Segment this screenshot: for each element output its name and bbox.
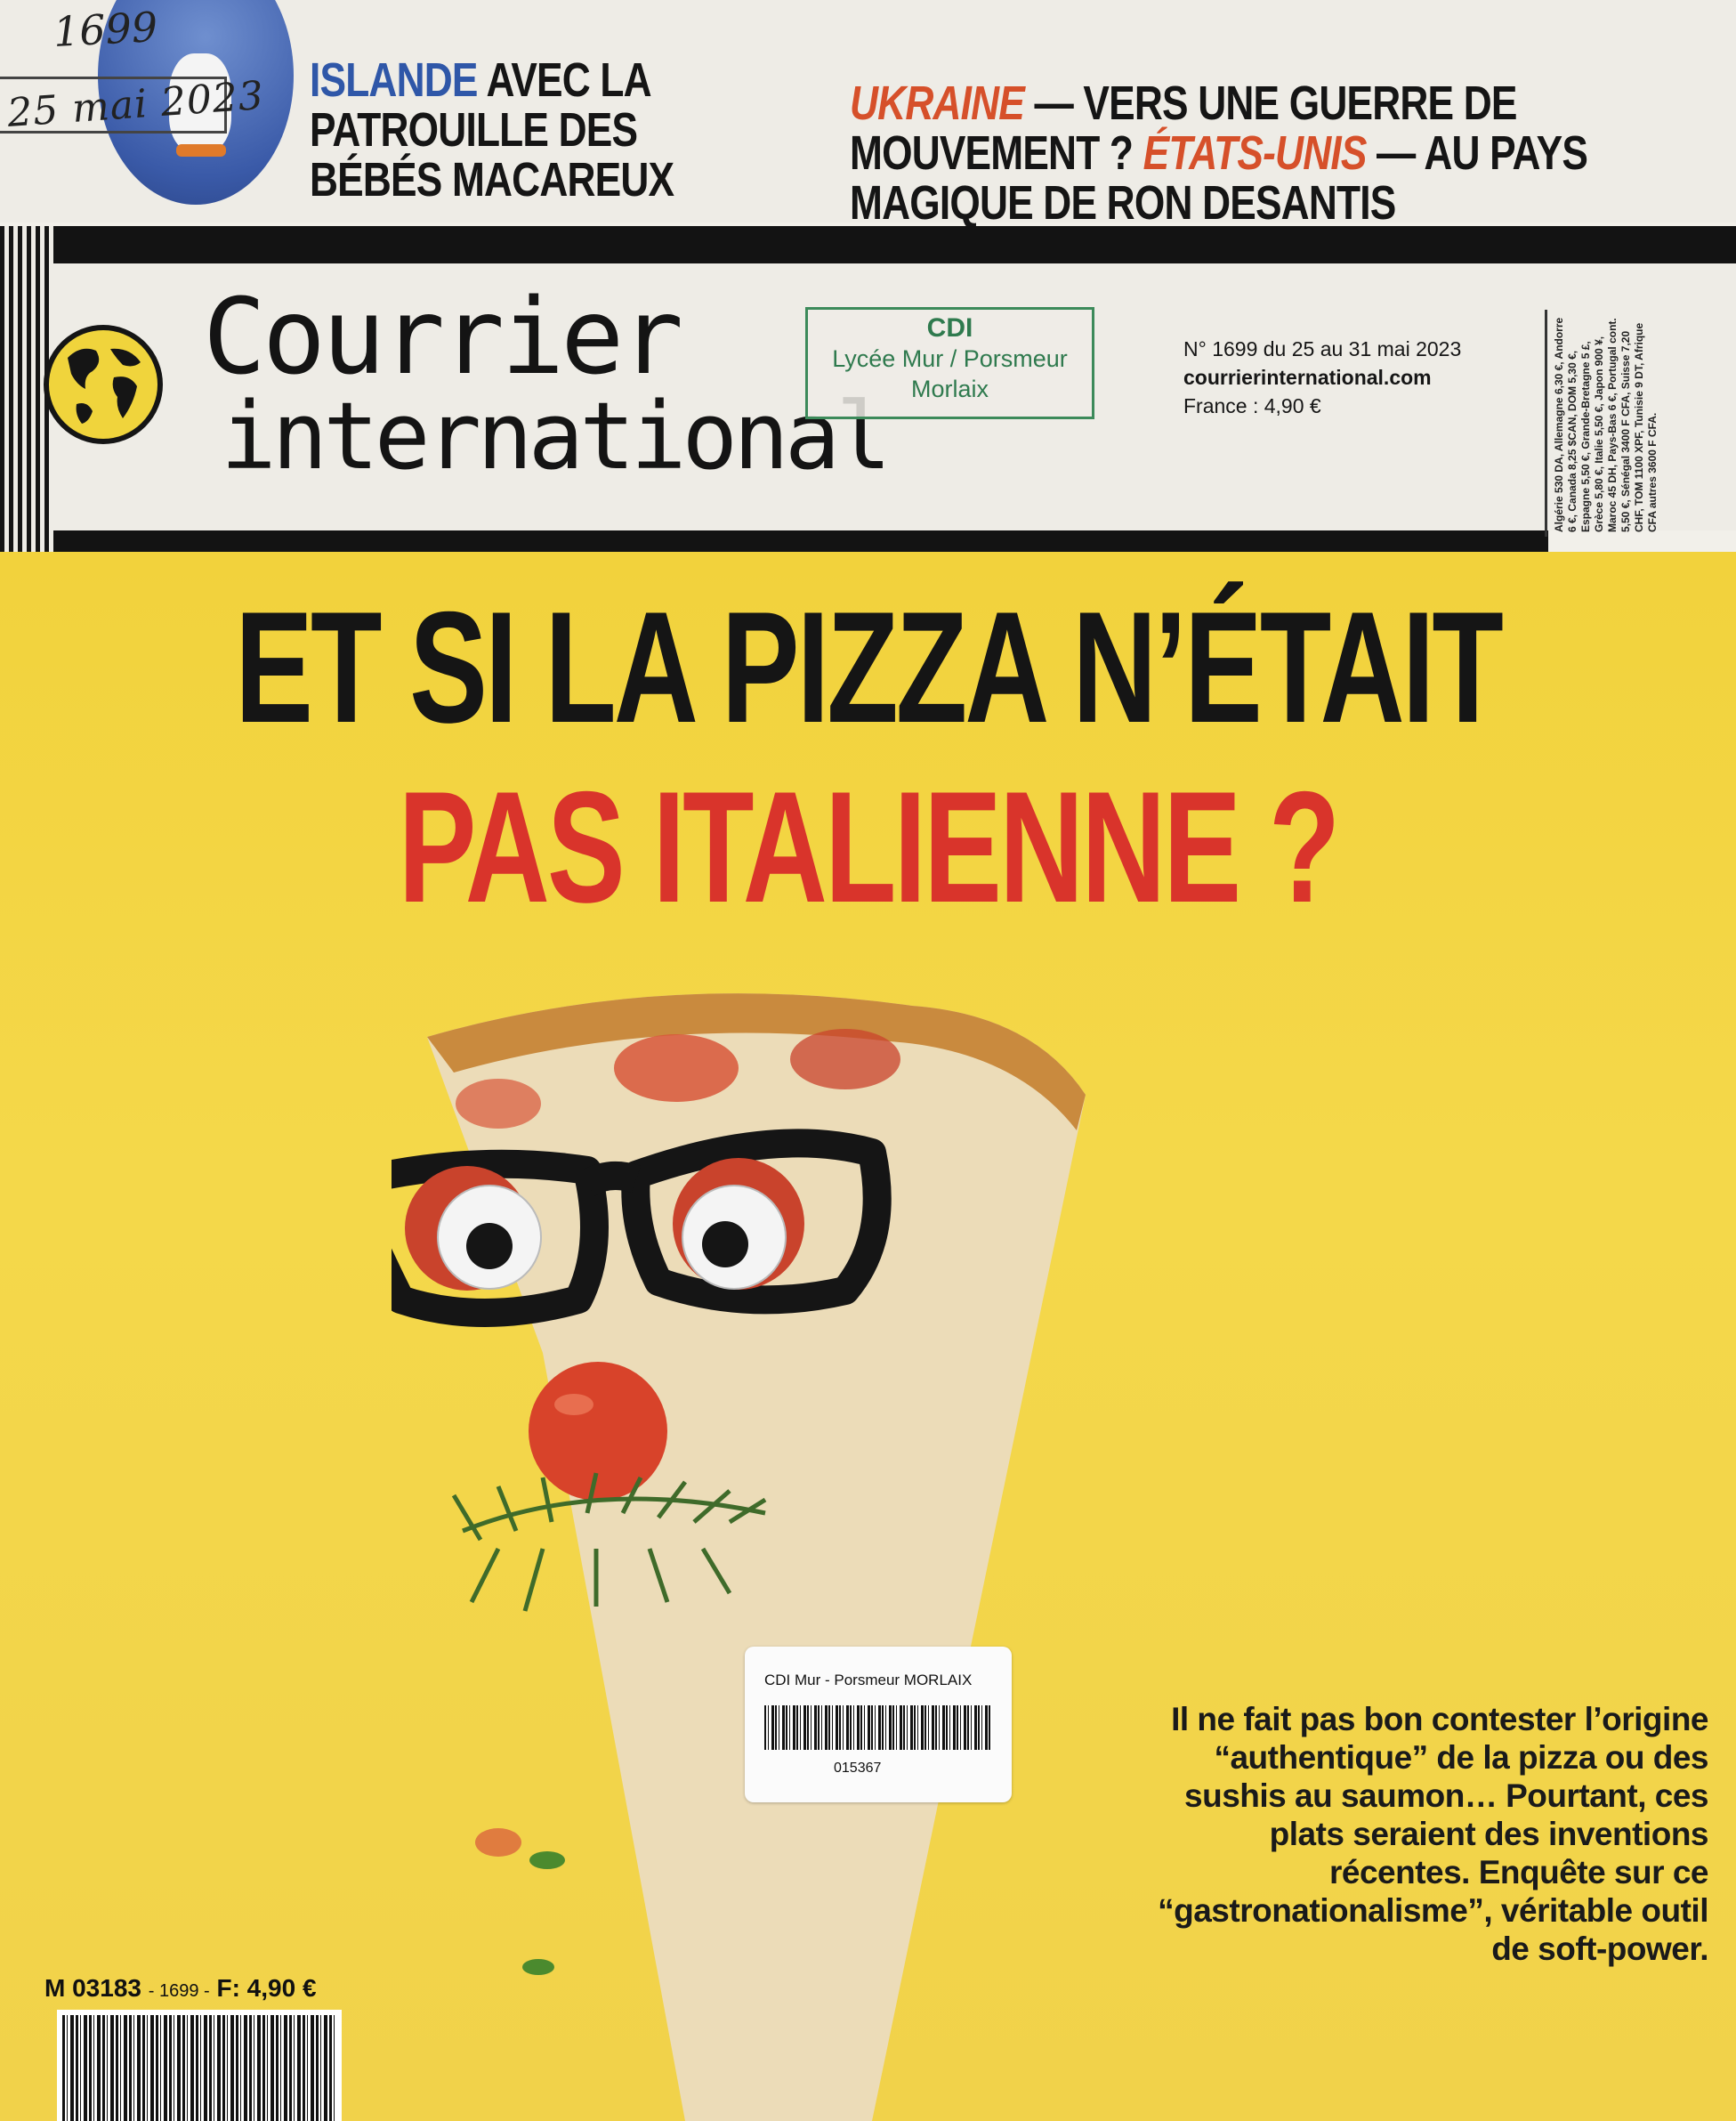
basil-leaf xyxy=(529,1851,565,1869)
pepperoni xyxy=(614,1034,739,1102)
teaser-islande[interactable]: ISLANDE AVEC LA PATROUILLE DES BÉBÉS MAC… xyxy=(310,55,718,205)
library-sticker: CDI Mur - Porsmeur MORLAIX 015367 xyxy=(745,1647,1012,1802)
logo-international[interactable]: international xyxy=(221,387,892,485)
tomato-nose xyxy=(529,1362,667,1501)
issue-info: N° 1699 du 25 au 31 mai 2023 courrierint… xyxy=(1183,335,1461,420)
barcode-icon xyxy=(764,1705,992,1750)
headline-line-2: PAS ITALIENNE ? xyxy=(398,758,1341,935)
website-link[interactable]: courrierinternational.com xyxy=(1183,363,1461,392)
stamp-line-cdi: CDI xyxy=(926,313,973,343)
price-barcode xyxy=(57,2010,342,2121)
cover-subtext: Il ne fait pas bon contester l’origine “… xyxy=(1158,1701,1708,1967)
pepperoni xyxy=(456,1079,541,1129)
issue-number-date: N° 1699 du 25 au 31 mai 2023 xyxy=(1183,337,1462,360)
international-prices: Algérie 530 DA, Allemagne 6,30 €, Andorr… xyxy=(1553,317,1659,532)
teaser-keyword-ukraine: UKRAINE xyxy=(850,77,1025,130)
price-france: France : 4,90 € xyxy=(1183,394,1321,417)
teaser-ukraine-usa[interactable]: UKRAINE — VERS UNE GUERRE DE MOUVEMENT ?… xyxy=(850,78,1718,228)
sticker-number: 015367 xyxy=(834,1761,882,1776)
sticker-title: CDI Mur - Porsmeur MORLAIX xyxy=(764,1672,973,1688)
headline-line-1: ET SI LA PIZZA N’ÉTAIT xyxy=(235,579,1504,756)
barcode-icon xyxy=(62,2015,336,2121)
teaser-keyword-usa: ÉTATS-UNIS xyxy=(1143,126,1368,180)
right-eye xyxy=(673,1158,804,1290)
masthead-rule-bottom xyxy=(53,530,1548,552)
top-teaser-strip: 1699 25 mai 2023 ISLANDE AVEC LA PATROUI… xyxy=(0,0,1736,228)
teaser-keyword: ISLANDE xyxy=(310,53,478,107)
masthead-rule-top xyxy=(0,226,1736,263)
logo-courrier[interactable]: Courrier xyxy=(203,283,683,390)
price-code-label: M 03183 - 1699 - F: 4,90 € xyxy=(44,1974,317,2003)
globe-icon xyxy=(44,325,163,444)
puffin-feet xyxy=(176,144,226,157)
price-value: F: 4,90 € xyxy=(216,1974,317,2002)
stamp-line-town: Morlaix xyxy=(910,376,989,402)
price-issue: - 1699 - xyxy=(148,1981,210,2001)
handwritten-issue-number: 1699 xyxy=(52,2,159,57)
pepperoni xyxy=(475,1828,521,1857)
price-code: M 03183 xyxy=(44,1974,141,2002)
stamp-line-school: Lycée Mur / Porsmeur xyxy=(832,345,1068,372)
basil-leaf xyxy=(522,1959,554,1975)
pepperoni xyxy=(790,1029,900,1089)
international-prices-box: Algérie 530 DA, Allemagne 6,30 €, Andorr… xyxy=(1545,310,1732,537)
cdi-stamp: CDI Lycée Mur / Porsmeur Morlaix xyxy=(805,307,1094,419)
